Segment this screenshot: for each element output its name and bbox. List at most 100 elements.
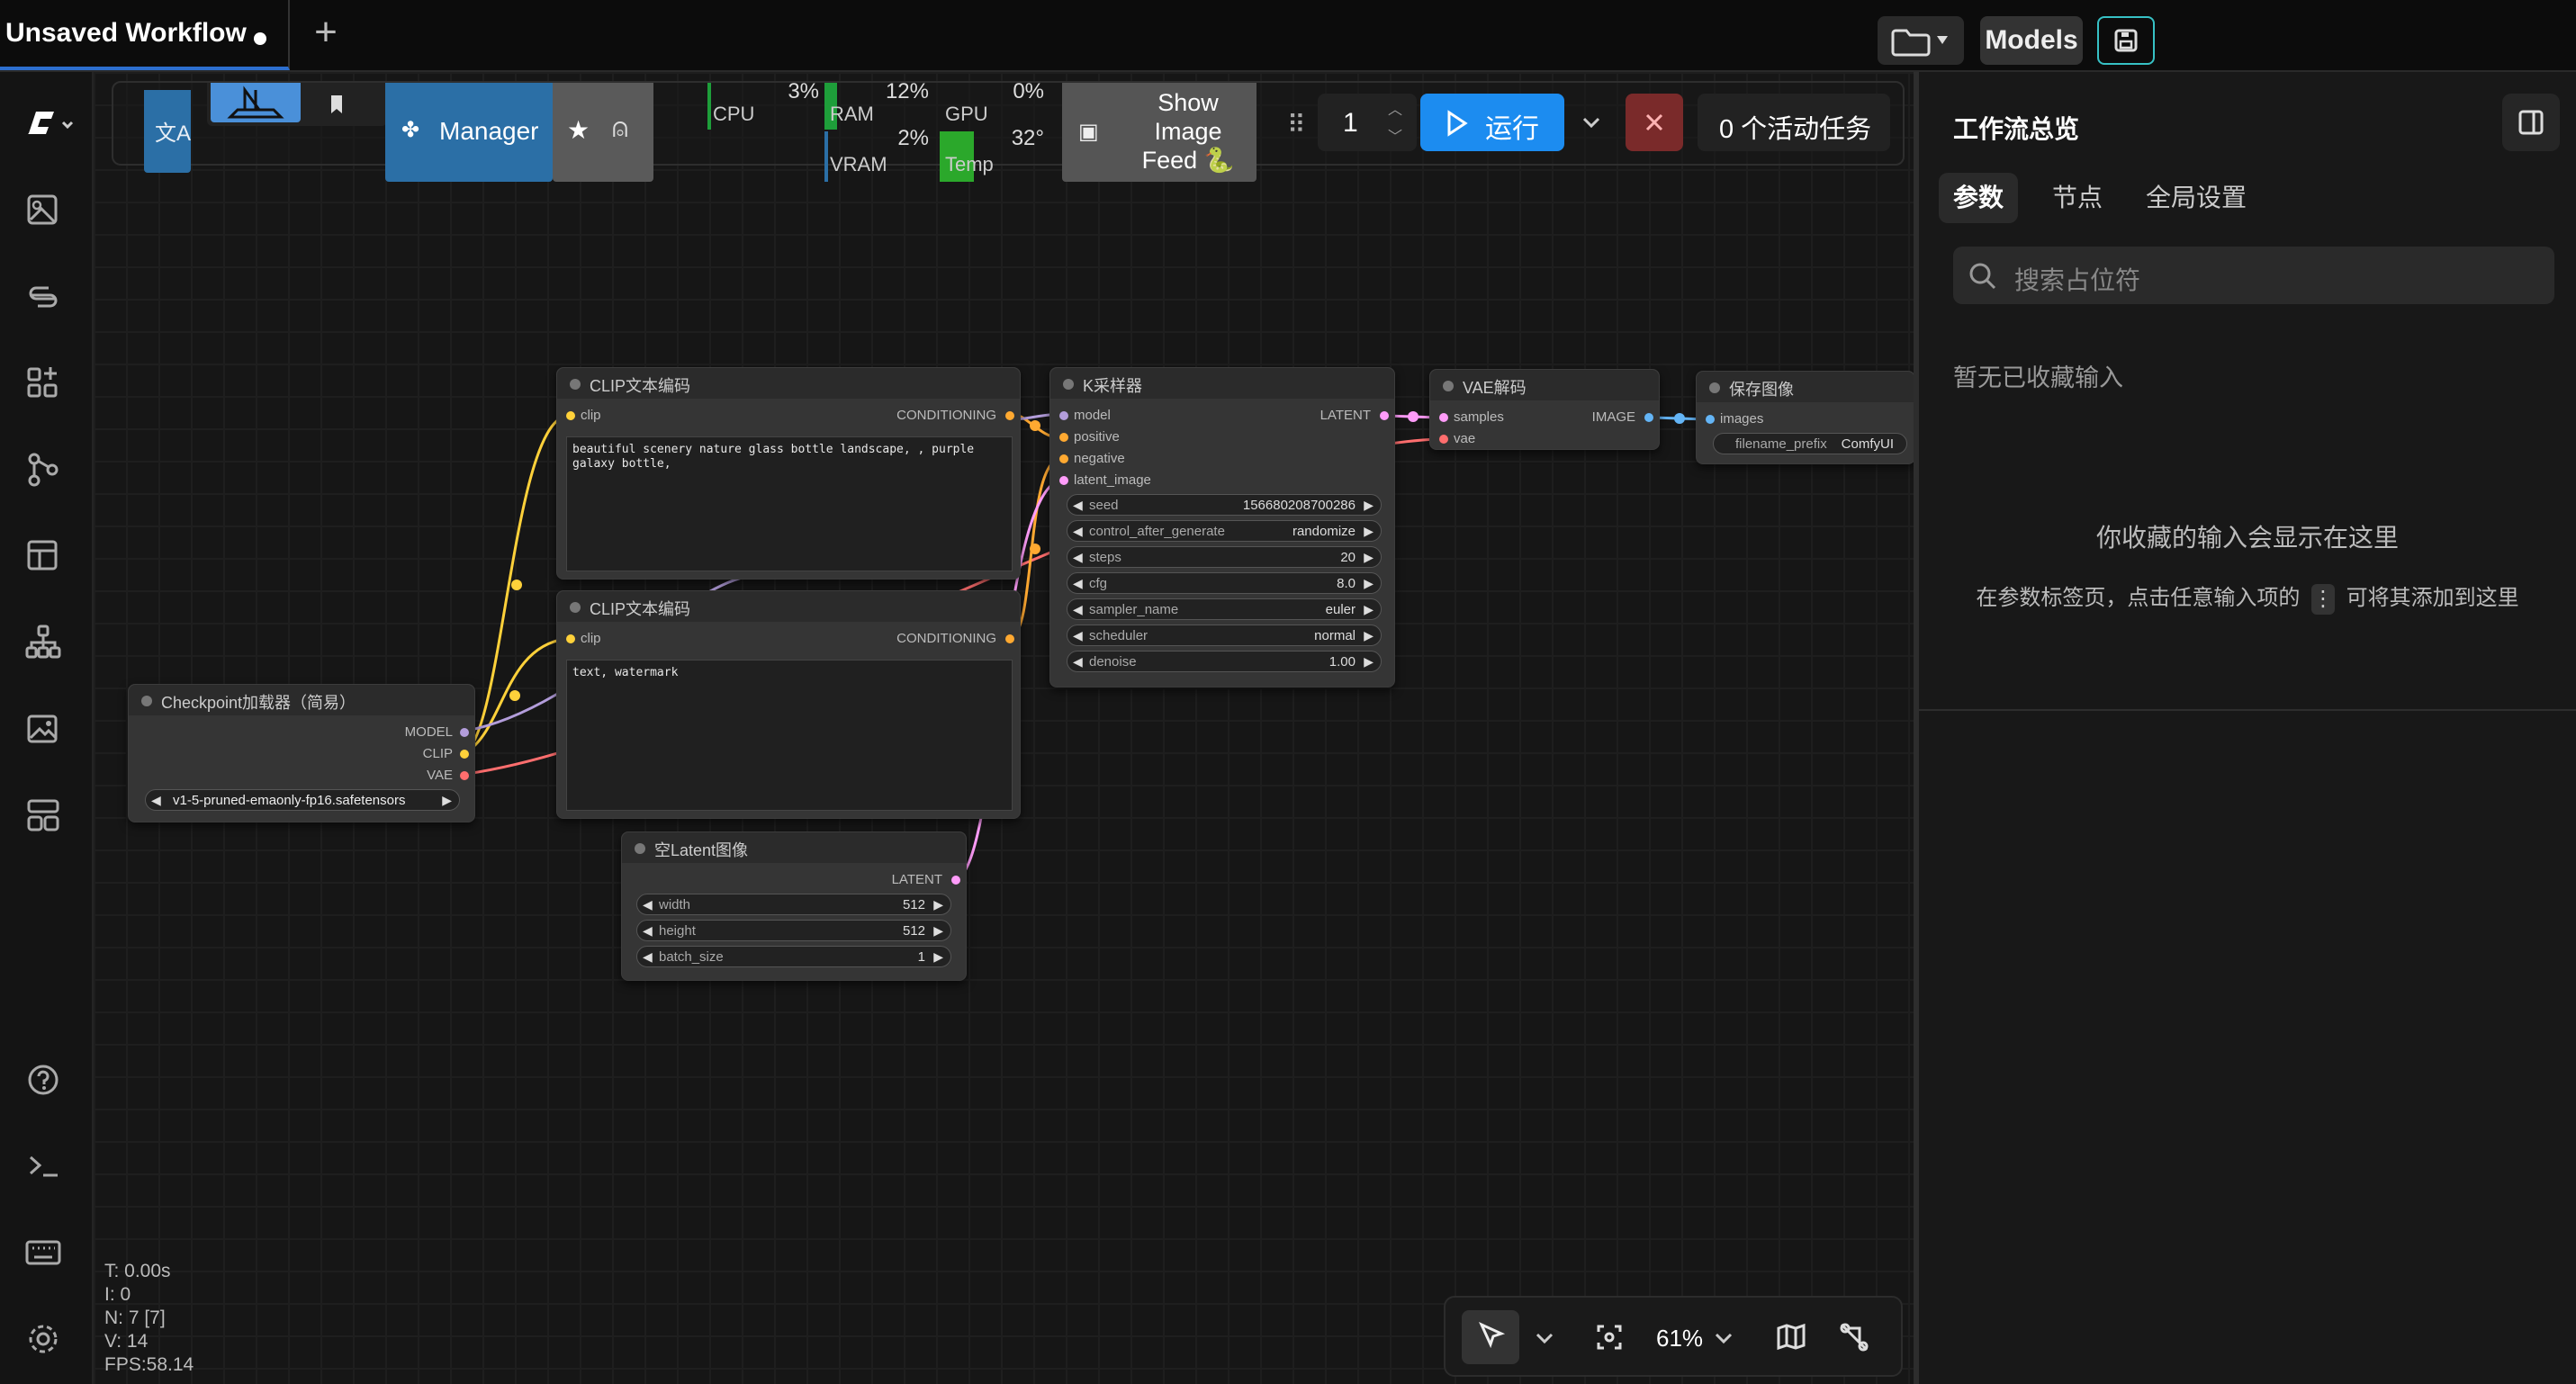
search-input[interactable]: 搜索占位符	[1953, 247, 2554, 304]
run-button[interactable]: 运行	[1420, 94, 1564, 151]
arrow-left-icon[interactable]: ◀	[643, 897, 653, 912]
feedback-icon[interactable]: ⍝	[612, 113, 628, 144]
node-empty-latent-image[interactable]: 空Latent图像 LATENT ◀ width 512 ▶ ◀ height …	[621, 831, 967, 981]
widget-value: 20	[1340, 550, 1356, 565]
show-image-feed-button[interactable]: ▣ Show Image Feed 🐍	[1062, 83, 1256, 182]
prompt-textarea[interactable]: beautiful scenery nature glass bottle la…	[566, 436, 1013, 571]
output-slot-model[interactable]	[460, 728, 469, 737]
collapse-dot-icon[interactable]	[1443, 381, 1454, 391]
arrow-right-icon[interactable]: ▶	[1364, 628, 1374, 643]
arrow-left-icon[interactable]: ◀	[643, 923, 653, 939]
widget-control-after-generate[interactable]: ◀ control_after_generate randomize ▶	[1067, 520, 1382, 542]
tab-global-settings[interactable]: 全局设置	[2131, 173, 2261, 223]
input-slot-images[interactable]	[1706, 415, 1715, 424]
collapse-dot-icon[interactable]	[141, 696, 152, 706]
widget-cfg[interactable]: ◀ cfg 8.0 ▶	[1067, 572, 1382, 594]
arrow-right-icon[interactable]: ▶	[1364, 550, 1374, 565]
increment-icon[interactable]: ︿	[1388, 97, 1402, 119]
select-mode-button[interactable]	[1462, 1310, 1519, 1364]
input-slot-clip[interactable]	[566, 634, 575, 643]
search-icon	[1969, 263, 1996, 290]
widget-width[interactable]: ◀ width 512 ▶	[636, 894, 951, 915]
arrow-right-icon[interactable]: ▶	[1364, 524, 1374, 539]
arrow-left-icon[interactable]: ◀	[1073, 654, 1083, 670]
arrow-left-icon[interactable]: ◀	[1073, 524, 1083, 539]
arrow-right-icon[interactable]: ▶	[442, 793, 452, 808]
input-slot-latent-image[interactable]	[1059, 476, 1068, 485]
arrow-left-icon[interactable]: ◀	[1073, 550, 1083, 565]
collapse-dot-icon[interactable]	[635, 843, 645, 854]
arrow-right-icon[interactable]: ▶	[1364, 602, 1374, 617]
ckpt-name-combo[interactable]: ◀ v1-5-pruned-emaonly-fp16.safetensors ▶	[145, 789, 460, 811]
collapse-dot-icon[interactable]	[570, 379, 581, 390]
input-slot-vae[interactable]	[1439, 435, 1448, 444]
node-clip-text-encode-positive[interactable]: CLIP文本编码 clip CONDITIONING beautiful sce…	[556, 367, 1021, 580]
arrow-left-icon[interactable]: ◀	[643, 949, 653, 965]
widget-seed[interactable]: ◀ seed 156680208700286 ▶	[1067, 494, 1382, 516]
queue-count-input[interactable]: 1 ︿ ﹀	[1318, 94, 1417, 151]
fit-view-button[interactable]	[1582, 1310, 1636, 1364]
input-slot-positive[interactable]	[1059, 433, 1068, 442]
arrow-right-icon[interactable]: ▶	[1364, 654, 1374, 670]
manager-button[interactable]: ✤ Manager	[385, 83, 553, 182]
star-icon[interactable]: ★	[567, 115, 590, 145]
output-slot-clip[interactable]	[460, 750, 469, 759]
translate-button[interactable]: 文A	[144, 90, 191, 173]
output-slot-latent[interactable]	[951, 876, 960, 885]
minimap-button[interactable]	[1764, 1310, 1818, 1364]
node-save-image[interactable]: 保存图像 images filename_prefix ComfyUI	[1696, 371, 1915, 464]
ship-extension-button[interactable]	[211, 83, 301, 122]
collapse-dot-icon[interactable]	[570, 602, 581, 613]
node-ksampler[interactable]: K采样器 model LATENT positive negative late…	[1049, 367, 1395, 688]
toggle-links-button[interactable]	[1827, 1310, 1881, 1364]
arrow-left-icon[interactable]: ◀	[1073, 576, 1083, 591]
arrow-right-icon[interactable]: ▶	[933, 897, 943, 912]
cancel-button[interactable]	[1626, 94, 1683, 151]
node-clip-text-encode-negative[interactable]: CLIP文本编码 clip CONDITIONING text, waterma…	[556, 590, 1021, 819]
widget-sampler-name[interactable]: ◀ sampler_name euler ▶	[1067, 598, 1382, 620]
input-slot-model[interactable]	[1059, 411, 1068, 420]
arrow-right-icon[interactable]: ▶	[933, 949, 943, 965]
widget-denoise[interactable]: ◀ denoise 1.00 ▶	[1067, 651, 1382, 672]
zoom-control[interactable]: 61%	[1645, 1310, 1744, 1364]
widget-batch-size[interactable]: ◀ batch_size 1 ▶	[636, 946, 951, 967]
tab-nodes[interactable]: 节点	[2038, 173, 2117, 223]
arrow-left-icon[interactable]: ◀	[1073, 628, 1083, 643]
widget-steps[interactable]: ◀ steps 20 ▶	[1067, 546, 1382, 568]
drag-handle-icon[interactable]: ⠿	[1287, 110, 1311, 146]
widget-value: 1.00	[1329, 654, 1356, 670]
collapse-dot-icon[interactable]	[1709, 382, 1720, 393]
collapse-dot-icon[interactable]	[1063, 379, 1074, 390]
tab-parameters[interactable]: 参数	[1939, 173, 2019, 223]
input-slot-negative[interactable]	[1059, 454, 1068, 463]
arrow-left-icon[interactable]: ◀	[151, 793, 161, 808]
toggle-panel-button[interactable]	[2502, 94, 2560, 151]
output-slot-conditioning[interactable]	[1005, 411, 1014, 420]
arrow-right-icon[interactable]: ▶	[1364, 576, 1374, 591]
output-slot-vae[interactable]	[460, 771, 469, 780]
widget-height[interactable]: ◀ height 512 ▶	[636, 920, 951, 941]
node-title-bar: CLIP文本编码	[557, 591, 1020, 622]
active-tasks-button[interactable]: 0 个活动任务	[1698, 94, 1890, 151]
run-options-dropdown[interactable]	[1572, 94, 1611, 151]
node-vae-decode[interactable]: VAE解码 samples IMAGE vae	[1429, 369, 1660, 450]
decrement-icon[interactable]: ﹀	[1388, 124, 1402, 146]
prompt-textarea[interactable]: text, watermark	[566, 660, 1013, 811]
output-slot-image[interactable]	[1644, 413, 1653, 422]
mode-dropdown[interactable]	[1527, 1310, 1563, 1364]
widget-scheduler[interactable]: ◀ scheduler normal ▶	[1067, 625, 1382, 646]
widget-filename-prefix[interactable]: filename_prefix ComfyUI	[1713, 433, 1907, 454]
node-checkpoint-loader[interactable]: Checkpoint加载器（简易） MODEL CLIP VAE ◀ v1-5-…	[128, 684, 475, 822]
temp-label: Temp	[945, 153, 994, 175]
node-title: K采样器	[1083, 377, 1143, 395]
output-slot-conditioning[interactable]	[1005, 634, 1014, 643]
arrow-left-icon[interactable]: ◀	[1073, 602, 1083, 617]
output-slot-latent[interactable]	[1380, 411, 1389, 420]
arrow-left-icon[interactable]: ◀	[1073, 498, 1083, 513]
input-slot-clip[interactable]	[566, 411, 575, 420]
arrow-right-icon[interactable]: ▶	[933, 923, 943, 939]
input-slot-samples[interactable]	[1439, 413, 1448, 422]
arrow-right-icon[interactable]: ▶	[1364, 498, 1374, 513]
bookmark-icon[interactable]	[324, 92, 349, 121]
output-label-image: IMAGE	[1591, 409, 1635, 425]
